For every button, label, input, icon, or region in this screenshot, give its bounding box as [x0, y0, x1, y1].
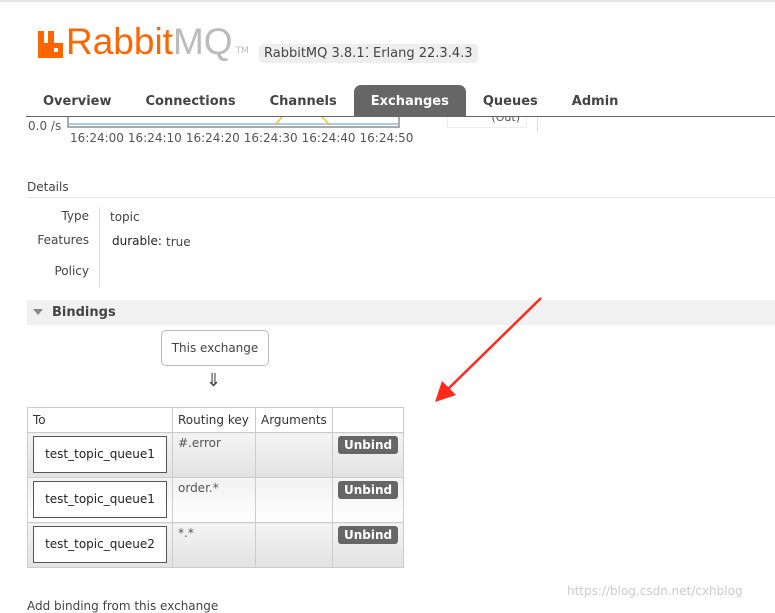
chart-series-line: [69, 123, 398, 125]
type-label: Type: [61, 209, 89, 223]
rabbit-logo-icon: [38, 31, 63, 58]
features-label: Features: [37, 233, 89, 247]
table-row: test_topic_queue2 *.* Unbind: [27, 522, 405, 568]
tab-exchanges[interactable]: Exchanges: [353, 85, 466, 116]
x-tick: 16:24:50: [359, 131, 414, 145]
routing-key: #.error: [172, 432, 256, 478]
feature-key: durable:: [112, 234, 162, 248]
tab-connections[interactable]: Connections: [129, 85, 253, 116]
unbind-button[interactable]: Unbind: [338, 526, 399, 544]
routing-key: order.*: [172, 477, 256, 523]
type-value: topic: [110, 210, 140, 224]
queue-link[interactable]: test_topic_queue1: [33, 481, 167, 518]
arguments: [255, 522, 333, 568]
rabbitmq-version-badge: RabbitMQ 3.8.11: [259, 44, 378, 63]
unbind-button[interactable]: Unbind: [338, 436, 399, 454]
column-header: [331, 407, 405, 433]
chart-legend: (Out): [447, 117, 527, 128]
add-binding-heading[interactable]: Add binding from this exchange: [27, 599, 218, 613]
details-heading: Details: [27, 180, 69, 194]
column-header: To: [27, 407, 173, 433]
this-exchange-box: This exchange: [161, 330, 269, 366]
divider: [27, 197, 775, 198]
rabbitmq-logo[interactable]: Rabbit MQ TM: [38, 21, 249, 62]
main-nav: Overview Connections Channels Exchanges …: [26, 85, 775, 117]
top-border: [0, 0, 775, 2]
column-header: Arguments: [255, 407, 333, 433]
logo-text: Rabbit: [66, 21, 173, 62]
feature-value: true: [166, 235, 191, 249]
unbind-button[interactable]: Unbind: [338, 481, 399, 499]
chart-y-label: 0.0 /s: [28, 119, 62, 133]
erlang-version-badge: Erlang 22.3.4.3: [368, 44, 478, 63]
collapse-triangle-icon: [33, 309, 43, 315]
chart-series-peak: [274, 117, 331, 126]
chart-x-axis: 16:24:00 16:24:10 16:24:20 16:24:30 16:2…: [70, 131, 413, 145]
tab-admin[interactable]: Admin: [555, 85, 636, 116]
x-tick: 16:24:00: [70, 131, 124, 145]
down-arrow-icon: ⇓: [206, 370, 222, 391]
tab-channels[interactable]: Channels: [253, 85, 354, 116]
logo-tm: TM: [235, 46, 249, 56]
routing-key: *.*: [172, 522, 256, 568]
tab-overview[interactable]: Overview: [26, 85, 129, 116]
watermark: https://blog.csdn.net/cxhblog: [567, 584, 743, 598]
table-header: To Routing key Arguments: [27, 407, 405, 433]
column-header: Routing key: [172, 407, 256, 433]
divider: [99, 207, 100, 287]
x-tick: 16:24:40: [301, 131, 356, 145]
policy-label: Policy: [54, 264, 89, 278]
x-tick: 16:24:10: [127, 131, 182, 145]
queue-link[interactable]: test_topic_queue2: [33, 526, 167, 563]
arguments: [255, 432, 333, 478]
table-row: test_topic_queue1 order.* Unbind: [27, 477, 405, 523]
queue-link[interactable]: test_topic_queue1: [33, 436, 167, 473]
arguments: [255, 477, 333, 523]
table-row: test_topic_queue1 #.error Unbind: [27, 432, 405, 478]
bindings-section-toggle[interactable]: Bindings: [27, 300, 775, 325]
x-tick: 16:24:20: [185, 131, 240, 145]
divider: [537, 117, 538, 132]
tab-queues[interactable]: Queues: [466, 85, 555, 116]
bindings-table: To Routing key Arguments test_topic_queu…: [27, 407, 405, 568]
annotation-arrow-icon: [435, 297, 542, 402]
logo-text-mq: MQ: [172, 21, 233, 62]
x-tick: 16:24:30: [243, 131, 298, 145]
